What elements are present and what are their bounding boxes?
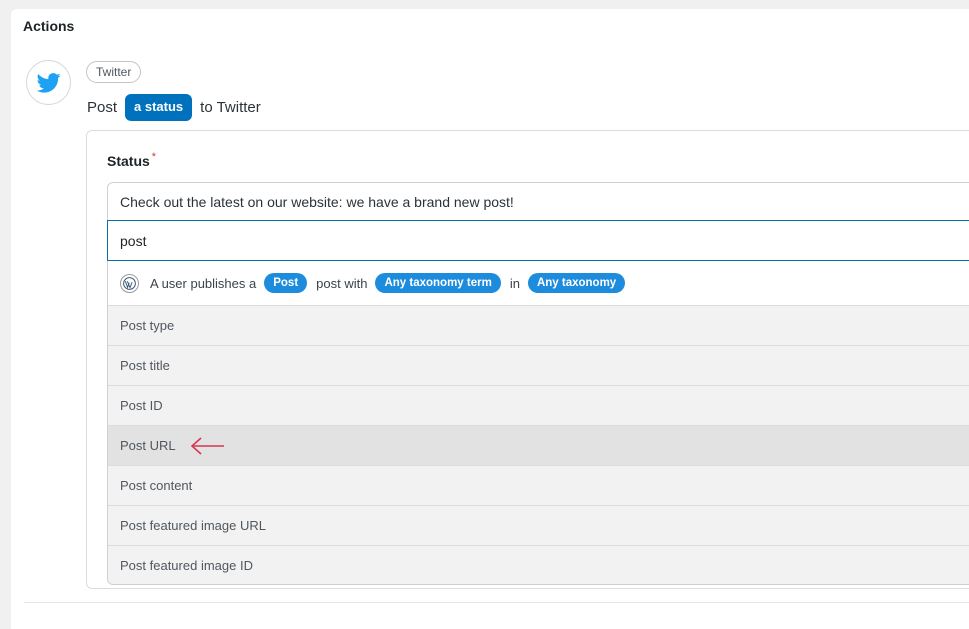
option-label: Post title [120,358,170,373]
option-label: Post featured image ID [120,558,253,573]
trigger-text-before: A user publishes a [150,275,257,291]
option-post-title[interactable]: Post title [108,345,969,385]
option-post-featured-image-id[interactable]: Post featured image ID [108,545,969,584]
twitter-bird-icon [36,72,61,93]
wordpress-icon [120,273,139,293]
option-post-url[interactable]: Post URL [108,425,969,465]
token-search-input[interactable] [107,220,969,261]
status-label-text: Status [107,153,150,169]
option-label: Post type [120,318,175,333]
required-asterisk: * [151,151,157,163]
trigger-post-pill: Post [264,273,308,293]
trigger-text-in: in [509,275,520,291]
action-token-button[interactable]: a status [125,93,193,121]
arrow-left-icon [190,436,226,456]
option-post-id[interactable]: Post ID [108,385,969,425]
integration-name-badge: Twitter [86,61,142,83]
status-field-label: Status * [107,151,157,169]
token-options-list: Post type Post title Post ID Post URL Po… [107,305,969,585]
actions-heading: Actions [23,18,75,34]
trigger-taxonomy-term-pill: Any taxonomy term [375,273,501,293]
action-prefix: Post [87,98,118,116]
option-label: Post URL [120,438,176,453]
trigger-token-group: A user publishes a Post post with Any ta… [107,261,969,305]
trigger-text-middle: post with [316,275,368,291]
option-label: Post ID [120,398,163,413]
option-post-content[interactable]: Post content [108,465,969,505]
divider [24,602,969,603]
action-suffix: to Twitter [200,98,261,116]
option-post-type[interactable]: Post type [108,305,969,345]
option-post-featured-image-url[interactable]: Post featured image URL [108,505,969,545]
twitter-integration-avatar [26,60,71,105]
option-label: Post content [120,478,193,493]
trigger-taxonomy-pill: Any taxonomy [527,273,626,293]
action-sentence: Post a status to Twitter [87,93,261,121]
option-label: Post featured image URL [120,518,266,533]
status-textarea[interactable]: Check out the latest on our website: we … [107,182,969,220]
